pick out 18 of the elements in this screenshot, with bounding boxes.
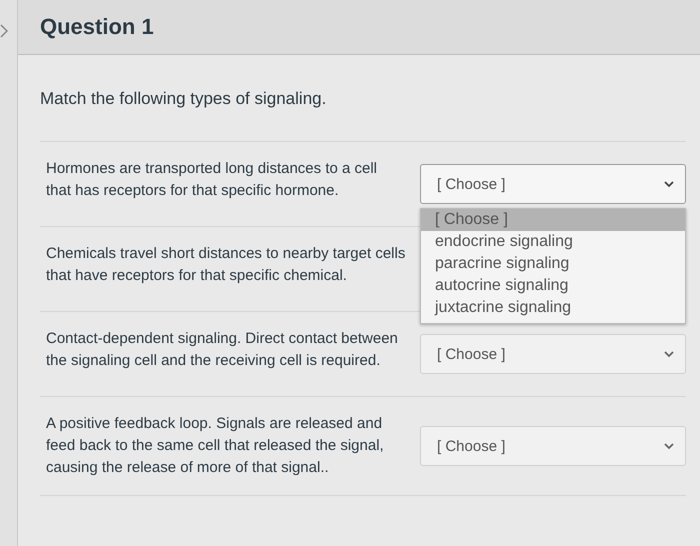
dropdown-option[interactable]: [ Choose ]	[421, 209, 685, 231]
match-statement: Chemicals travel short distances to nearby target cells that have receptors for that specific chemical.	[45, 244, 406, 286]
dropdown-option[interactable]: paracrine signaling	[421, 253, 685, 275]
chevron-down-icon	[663, 350, 675, 358]
dropdown-option[interactable]: endocrine signaling	[421, 231, 685, 253]
chevron-down-icon	[663, 180, 675, 188]
dropdown-option[interactable]: autocrine signaling	[421, 275, 685, 297]
answer-dropdown[interactable]: [ Choose ]	[420, 426, 686, 466]
chevron-down-icon	[663, 442, 675, 450]
match-statement: Hormones are transported long distances to a cell that has receptors for that specific hormone.	[45, 159, 378, 201]
answer-dropdown[interactable]: [ Choose ]	[420, 334, 686, 374]
match-statement: A positive feedback loop. Signals are released and feed back to the same cell that released the signal, causing the release of more of that signal..	[45, 414, 385, 478]
question-title: Question 1	[40, 14, 154, 40]
question-prompt: Match the following types of signaling.	[40, 89, 328, 109]
chevron-right-icon[interactable]	[0, 24, 8, 38]
match-statement: Contact-dependent signaling. Direct contact between the signaling cell and the receiving cell is required.	[45, 329, 399, 371]
dropdown-option[interactable]: juxtacrine signaling	[421, 297, 685, 319]
answer-dropdown[interactable]: [ Choose ]	[420, 164, 686, 204]
